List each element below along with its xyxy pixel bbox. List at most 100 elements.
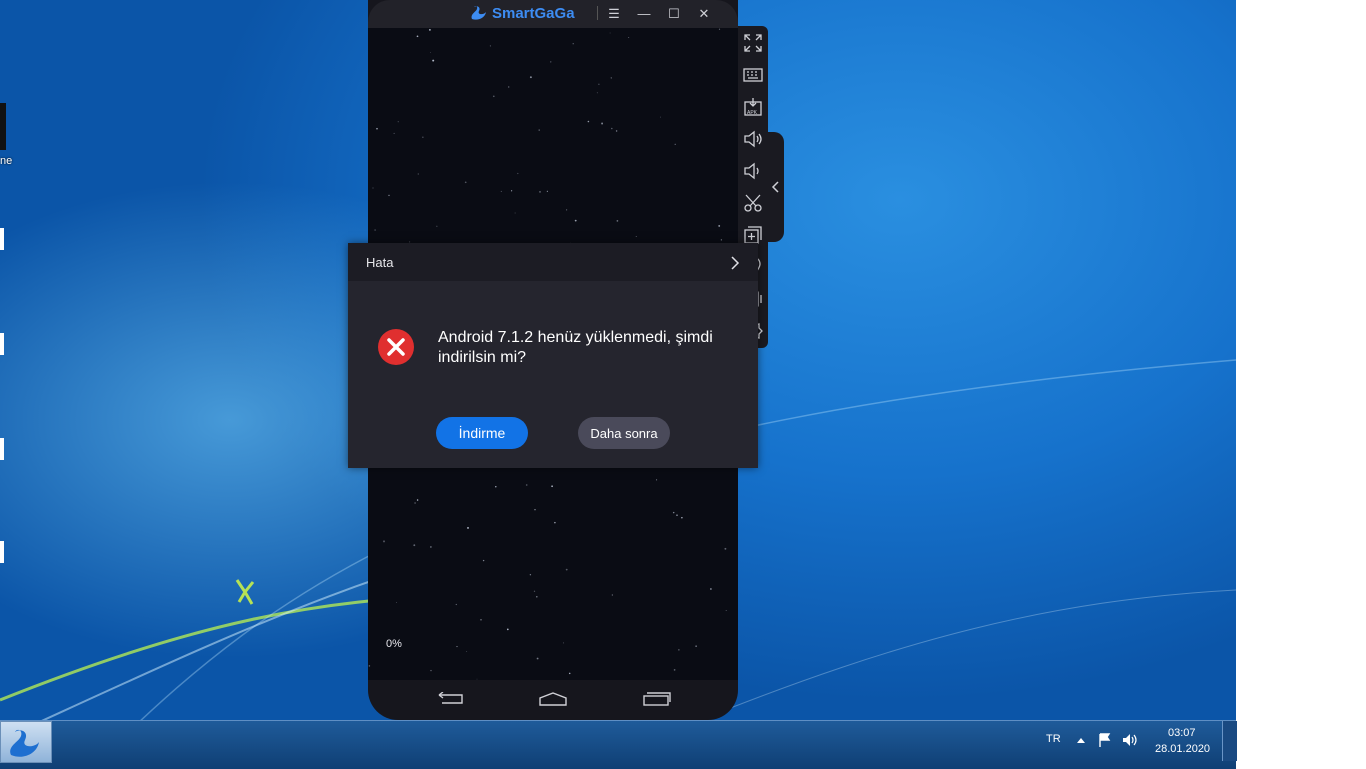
star-dot	[489, 45, 491, 47]
close-icon[interactable]: ✕	[694, 4, 714, 24]
star-dot	[529, 76, 532, 79]
loading-progress-text: 0%	[386, 638, 402, 650]
clock-time[interactable]: 03:07	[1168, 727, 1196, 739]
star-dot	[724, 547, 727, 550]
star-dot	[368, 665, 371, 667]
star-dot	[455, 603, 457, 606]
keyboard-icon[interactable]	[742, 64, 764, 86]
star-dot	[678, 649, 680, 651]
star-dot	[695, 645, 697, 647]
star-dot	[536, 595, 538, 598]
svg-text:APK: APK	[747, 110, 758, 116]
desktop-item-edge[interactable]	[0, 438, 4, 460]
star-dot	[466, 651, 468, 652]
show-desktop-button[interactable]	[1222, 721, 1237, 761]
star-dot	[417, 173, 419, 175]
star-dot	[432, 59, 435, 62]
star-dot	[554, 521, 556, 524]
star-dot	[514, 212, 516, 214]
star-dot	[511, 190, 513, 192]
star-dot	[546, 190, 549, 193]
menu-icon[interactable]: ☰	[604, 4, 624, 24]
taskbar: TR 03:07 28.01.2020	[0, 720, 1237, 769]
star-dot	[673, 669, 676, 671]
star-dot	[718, 28, 721, 30]
star-dot	[615, 130, 618, 132]
star-dot	[598, 83, 600, 85]
emulator-titlebar: SmartGaGa ☰ — ☐ ✕	[368, 0, 738, 28]
minimize-icon[interactable]: —	[634, 4, 654, 24]
home-icon[interactable]	[539, 692, 567, 706]
desktop-item-edge[interactable]	[0, 228, 4, 250]
star-dot	[710, 588, 712, 590]
dialog-title: Hata	[366, 255, 394, 270]
star-dot	[610, 77, 612, 79]
download-button[interactable]: İndirme	[436, 417, 528, 449]
star-dot	[429, 29, 431, 31]
star-dot	[413, 544, 416, 547]
star-dot	[681, 516, 683, 519]
volume-up-icon[interactable]	[742, 128, 764, 150]
star-dot	[720, 239, 723, 241]
star-dot	[611, 594, 613, 596]
star-dot	[467, 526, 469, 529]
star-dot	[456, 646, 458, 648]
desktop-shortcut-icon[interactable]	[0, 103, 6, 150]
star-dot	[551, 485, 553, 488]
star-dot	[565, 568, 568, 571]
star-dot	[374, 229, 376, 231]
swan-logo-icon	[471, 5, 486, 20]
star-dot	[430, 546, 432, 548]
star-dot	[517, 172, 519, 175]
start-button[interactable]	[0, 721, 52, 763]
star-dot	[534, 509, 536, 511]
star-dot	[676, 514, 678, 517]
star-dot	[596, 92, 598, 94]
desktop-item-edge[interactable]	[0, 333, 4, 355]
star-dot	[533, 590, 536, 592]
chevron-right-icon[interactable]	[730, 256, 740, 270]
star-dot	[574, 219, 577, 222]
fullscreen-icon[interactable]	[742, 32, 764, 54]
star-dot	[480, 619, 482, 621]
action-center-flag-icon[interactable]	[1097, 732, 1113, 748]
language-indicator[interactable]: TR	[1046, 733, 1061, 745]
clock-date[interactable]: 28.01.2020	[1155, 743, 1210, 755]
star-dot	[568, 672, 571, 675]
star-dot	[507, 86, 510, 88]
star-dot	[495, 486, 497, 488]
star-dot	[536, 657, 539, 660]
error-icon	[378, 329, 414, 365]
later-button[interactable]: Daha sonra	[578, 417, 670, 449]
star-dot	[616, 220, 619, 222]
star-dot	[725, 609, 727, 612]
star-dot	[422, 136, 424, 138]
screenshot-cut-icon[interactable]	[742, 192, 764, 214]
android-navbar	[368, 680, 738, 720]
star-dot	[430, 669, 432, 672]
star-dot	[525, 484, 528, 486]
star-dot	[416, 499, 419, 501]
volume-down-icon[interactable]	[742, 160, 764, 182]
tray-expand-icon[interactable]	[1076, 736, 1086, 744]
back-icon[interactable]	[436, 692, 464, 706]
desktop-item-edge[interactable]	[0, 541, 4, 563]
apk-install-icon[interactable]: APK	[742, 96, 764, 118]
star-dot	[383, 540, 385, 543]
star-dot	[538, 129, 540, 131]
dialog-message: Android 7.1.2 henüz yüklenmedi, şimdi in…	[438, 329, 713, 366]
star-dot	[429, 51, 431, 53]
star-dot	[565, 209, 568, 211]
star-dot	[610, 127, 613, 130]
toolbar-collapse-handle[interactable]	[768, 132, 784, 242]
maximize-icon[interactable]: ☐	[664, 4, 684, 24]
star-dot	[397, 121, 399, 123]
dialog-header: Hata	[348, 243, 758, 281]
app-title: SmartGaGa	[492, 4, 575, 22]
star-dot	[601, 122, 604, 125]
recents-icon[interactable]	[643, 692, 671, 706]
star-dot	[393, 132, 395, 134]
star-dot	[464, 181, 467, 184]
volume-icon[interactable]	[1121, 732, 1139, 748]
star-dot	[562, 642, 564, 644]
